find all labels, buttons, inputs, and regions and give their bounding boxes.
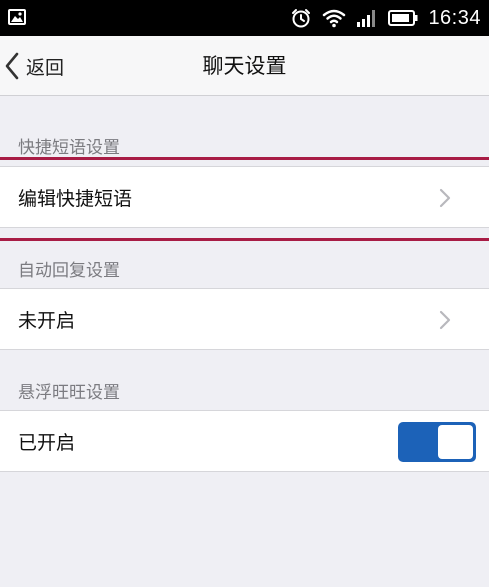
floating-wangwang-toggle[interactable] (398, 422, 476, 462)
chevron-right-icon (439, 310, 451, 330)
signal-icon (357, 10, 376, 27)
highlight-line-top (0, 157, 489, 160)
row-label: 编辑快捷短语 (18, 187, 133, 210)
alarm-icon (292, 9, 311, 28)
battery-icon (388, 10, 418, 26)
status-time: 16:34 (428, 6, 481, 29)
highlight-line-bottom (0, 238, 489, 241)
chevron-left-icon (5, 52, 19, 80)
section-header-auto-reply: 自动回复设置 (18, 261, 120, 281)
row-label: 未开启 (18, 309, 76, 332)
nav-bar: 返回 聊天设置 (0, 36, 489, 96)
row-edit-quick-phrases[interactable]: 编辑快捷短语 (0, 166, 489, 228)
page-title: 聊天设置 (202, 54, 287, 78)
wifi-icon (323, 9, 346, 28)
back-label: 返回 (26, 56, 65, 79)
row-auto-reply[interactable]: 未开启 (0, 288, 489, 350)
status-bar: 16:34 (0, 0, 489, 36)
back-button[interactable]: 返回 (4, 36, 64, 96)
row-label: 已开启 (18, 431, 76, 454)
gallery-icon (8, 9, 26, 25)
toggle-knob (438, 425, 473, 459)
section-header-quick-phrases: 快捷短语设置 (18, 138, 120, 158)
chevron-right-icon (439, 188, 451, 208)
section-header-floating-wangwang: 悬浮旺旺设置 (18, 383, 120, 403)
row-floating-wangwang: 已开启 (0, 410, 489, 472)
